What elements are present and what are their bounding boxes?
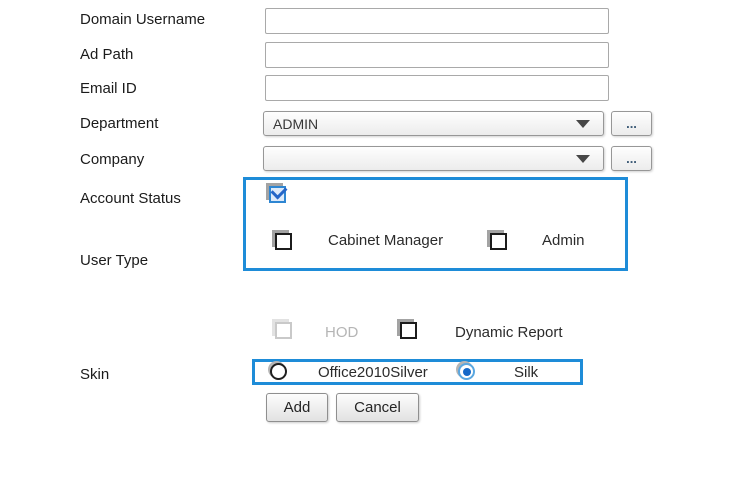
- dynamic-report-label[interactable]: Dynamic Report: [455, 324, 563, 341]
- skin-silk-label[interactable]: Silk: [514, 364, 538, 381]
- ad-path-label: Ad Path: [80, 46, 133, 63]
- department-label: Department: [80, 115, 158, 132]
- chevron-down-icon: [576, 155, 590, 163]
- skin-office2010silver-label[interactable]: Office2010Silver: [318, 364, 428, 381]
- company-browse-button[interactable]: ...: [611, 146, 652, 171]
- department-dropdown[interactable]: ADMIN: [263, 111, 604, 136]
- chevron-down-icon: [576, 120, 590, 128]
- dynamic-report-checkbox[interactable]: [400, 322, 417, 339]
- user-type-admin-checkbox[interactable]: [490, 233, 507, 250]
- user-type-admin-label[interactable]: Admin: [542, 232, 585, 249]
- skin-silk-radio[interactable]: [458, 363, 475, 380]
- account-status-checkbox[interactable]: [269, 186, 286, 203]
- add-button[interactable]: Add: [266, 393, 328, 422]
- email-id-input[interactable]: [265, 75, 609, 101]
- user-creation-form: Domain Username Ad Path Email ID Departm…: [0, 0, 742, 502]
- email-id-label: Email ID: [80, 80, 137, 97]
- domain-username-input[interactable]: [265, 8, 609, 34]
- department-selected-value: ADMIN: [264, 116, 576, 132]
- user-type-cabinet-manager-label[interactable]: Cabinet Manager: [328, 232, 443, 249]
- skin-office2010silver-radio[interactable]: [270, 363, 287, 380]
- hod-checkbox: [275, 322, 292, 339]
- company-dropdown[interactable]: [263, 146, 604, 171]
- company-label: Company: [80, 151, 144, 168]
- account-status-label: Account Status: [80, 190, 181, 207]
- cancel-button[interactable]: Cancel: [336, 393, 419, 422]
- user-type-cabinet-manager-checkbox[interactable]: [275, 233, 292, 250]
- department-browse-button[interactable]: ...: [611, 111, 652, 136]
- user-type-label: User Type: [80, 252, 148, 269]
- account-usertype-highlight-box: [243, 177, 628, 271]
- hod-label: HOD: [325, 324, 358, 341]
- domain-username-label: Domain Username: [80, 11, 205, 28]
- ad-path-input[interactable]: [265, 42, 609, 68]
- skin-label: Skin: [80, 366, 109, 383]
